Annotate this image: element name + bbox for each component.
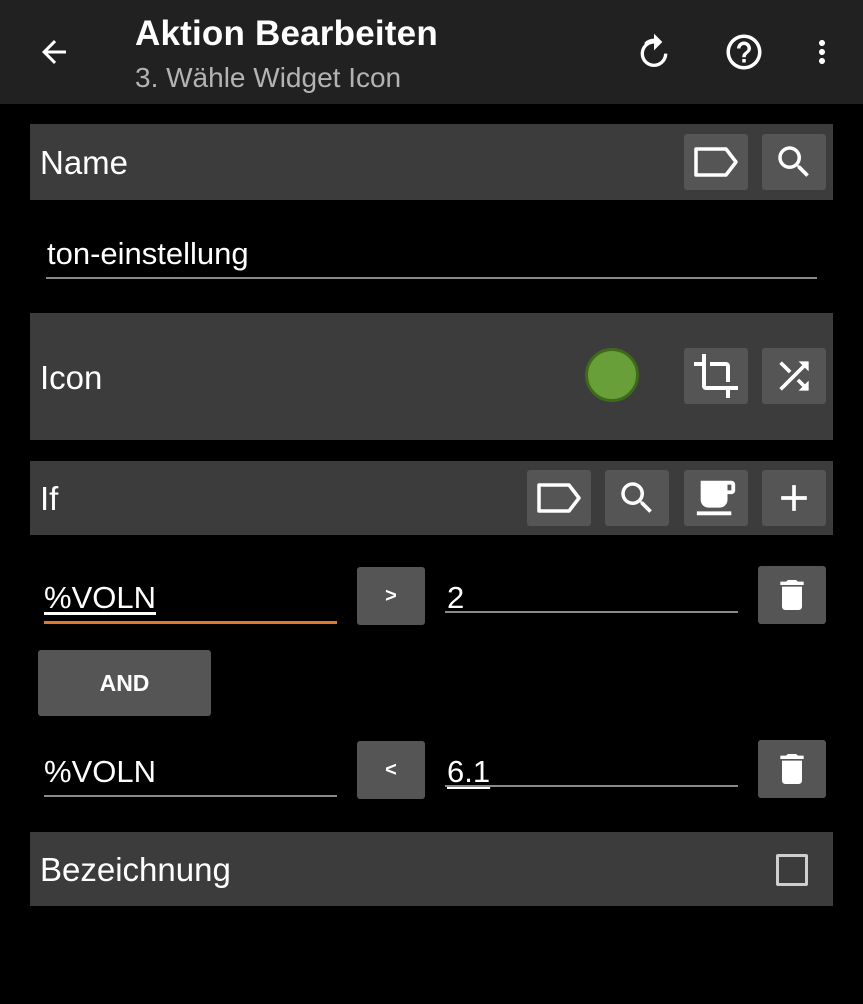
icon-section: Icon bbox=[30, 313, 833, 440]
label-tag-icon bbox=[694, 147, 738, 177]
search-icon bbox=[621, 482, 652, 513]
app-bar: Aktion Bearbeiten 3. Wähle Widget Icon bbox=[0, 0, 863, 104]
back-arrow-icon bbox=[42, 40, 66, 64]
condition-1-left-input[interactable]: %VOLN bbox=[44, 580, 156, 616]
undo-icon bbox=[640, 33, 668, 67]
bezeichnung-section: Bezeichnung bbox=[30, 832, 833, 906]
plus-icon bbox=[781, 485, 807, 511]
widget-icon-preview[interactable] bbox=[585, 348, 639, 402]
bezeichnung-label: Bezeichnung bbox=[40, 851, 231, 888]
search-icon bbox=[778, 146, 809, 177]
icon-crop-button[interactable] bbox=[684, 348, 748, 404]
condition-2-left-input[interactable]: %VOLN bbox=[44, 754, 156, 790]
undo-button[interactable] bbox=[626, 24, 682, 80]
name-label: Name bbox=[40, 144, 129, 181]
name-section-header: Name bbox=[30, 124, 833, 200]
bezeichnung-checkbox[interactable] bbox=[776, 854, 808, 886]
crop-icon bbox=[694, 354, 738, 398]
condition-1-left-underline bbox=[44, 621, 337, 624]
condition-2-left-underline bbox=[44, 795, 337, 797]
if-label: If bbox=[40, 480, 59, 517]
condition-2-delete-button[interactable] bbox=[758, 740, 826, 798]
name-variable-button[interactable] bbox=[684, 134, 748, 190]
more-options-button[interactable] bbox=[794, 24, 850, 80]
if-variable-button[interactable] bbox=[527, 470, 591, 526]
condition-1-operator-button[interactable]: > bbox=[357, 567, 425, 625]
shuffle-icon bbox=[779, 361, 809, 391]
name-search-button[interactable] bbox=[762, 134, 826, 190]
if-search-button[interactable] bbox=[605, 470, 669, 526]
page-subtitle: 3. Wähle Widget Icon bbox=[135, 62, 402, 93]
trash-icon bbox=[780, 580, 804, 610]
more-vert-icon bbox=[819, 40, 825, 64]
page-title: Aktion Bearbeiten bbox=[135, 14, 438, 53]
condition-1-right-underline bbox=[445, 611, 738, 613]
trash-icon bbox=[780, 754, 804, 784]
help-button[interactable] bbox=[716, 24, 772, 80]
back-button[interactable] bbox=[26, 24, 82, 80]
help-icon bbox=[726, 34, 762, 70]
icon-random-button[interactable] bbox=[762, 348, 826, 404]
name-input[interactable]: ton-einstellung bbox=[47, 236, 249, 272]
icon-label: Icon bbox=[40, 359, 103, 396]
and-button[interactable]: AND bbox=[38, 650, 211, 716]
coffee-icon bbox=[696, 480, 736, 516]
if-coffee-button[interactable] bbox=[684, 470, 748, 526]
condition-2-right-underline bbox=[445, 785, 738, 787]
label-tag-icon bbox=[537, 483, 581, 513]
name-input-underline bbox=[46, 277, 817, 279]
condition-2-operator-button[interactable]: < bbox=[357, 741, 425, 799]
if-add-button[interactable] bbox=[762, 470, 826, 526]
if-section-header: If bbox=[30, 461, 833, 535]
condition-1-delete-button[interactable] bbox=[758, 566, 826, 624]
